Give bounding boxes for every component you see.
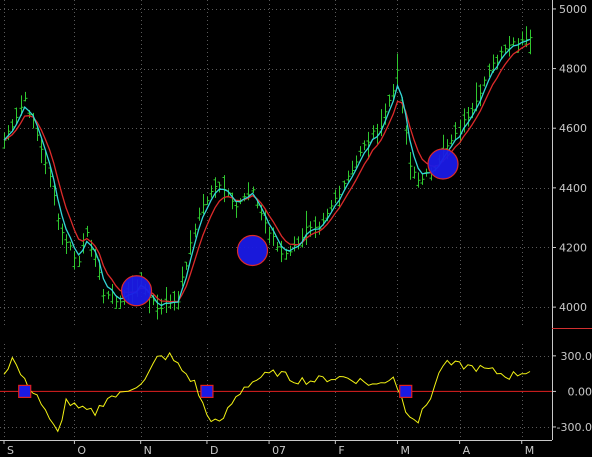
price-tick-label: 4800 [559, 63, 587, 76]
highlight-circle [120, 275, 153, 307]
price-tick-label: 4600 [559, 122, 587, 135]
price-tick-label: 4000 [559, 301, 587, 314]
price-tick-label: 4400 [559, 182, 587, 195]
x-tick-label: M [525, 444, 535, 457]
x-tick-label: M [400, 444, 410, 457]
x-tick-label: A [463, 444, 471, 457]
chart-background [0, 0, 592, 457]
price-tick-label: 4200 [559, 241, 587, 254]
x-tick-label: S [7, 444, 14, 457]
osc-tick-label: 0.00 [568, 385, 592, 398]
x-tick-label: O [77, 444, 86, 457]
x-tick-label: N [144, 444, 152, 457]
price-tick-label: 5000 [559, 3, 587, 16]
x-tick-label: D [210, 444, 218, 457]
signal-marker [200, 384, 214, 399]
osc-tick-label: -300.0 [557, 421, 592, 434]
signal-marker [18, 384, 32, 399]
x-tick-label: F [338, 444, 344, 457]
x-tick-label: 07 [272, 444, 286, 457]
highlight-circle [427, 148, 459, 180]
signal-marker [399, 384, 413, 399]
highlight-circle [236, 234, 269, 267]
stock-chart: 4000 4200 4400 4600 4800 5000 300.0 0.00 -300.0 S… [0, 0, 592, 457]
osc-tick-label: 300.0 [561, 350, 592, 363]
